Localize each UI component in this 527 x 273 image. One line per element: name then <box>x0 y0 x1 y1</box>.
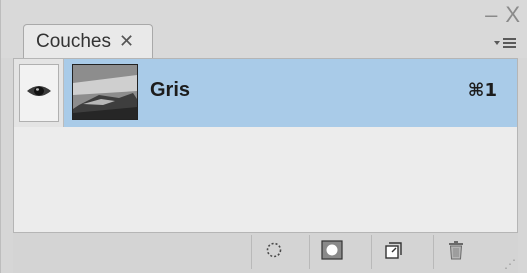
panel-titlebar: – X Couches ✕ <box>1 0 527 58</box>
trash-icon <box>448 240 464 265</box>
load-channel-as-selection-icon <box>265 241 283 264</box>
tab-label: Couches <box>36 30 111 52</box>
tab-couches[interactable]: Couches ✕ <box>23 24 153 58</box>
delete-channel-button[interactable] <box>433 235 478 269</box>
load-channel-as-selection-button[interactable] <box>251 235 296 269</box>
panel-footer: ⋰ <box>13 233 518 273</box>
channel-thumbnail <box>72 64 138 120</box>
save-selection-as-channel-icon <box>321 239 343 265</box>
channels-list: Gris ⌘1 <box>13 58 518 233</box>
new-channel-button[interactable] <box>371 235 416 269</box>
new-channel-icon <box>384 240 404 265</box>
channel-row[interactable]: Gris ⌘1 <box>14 59 517 127</box>
tab-close-icon[interactable]: ✕ <box>119 31 134 52</box>
window-controls: – X <box>485 4 520 26</box>
visibility-cell[interactable] <box>14 59 64 127</box>
eye-icon <box>26 83 52 104</box>
channel-name: Gris <box>150 79 191 101</box>
panel-menu-icon[interactable] <box>490 34 520 52</box>
save-selection-as-channel-button[interactable] <box>309 235 354 269</box>
resize-grip-icon[interactable]: ⋰ <box>504 257 516 271</box>
channels-panel: – X Couches ✕ Gris ⌘1 ⋰ <box>0 0 527 273</box>
close-panel-icon[interactable]: X <box>505 4 520 26</box>
channel-shortcut: ⌘1 <box>467 80 497 101</box>
visibility-toggle[interactable] <box>18 64 59 122</box>
minimize-icon[interactable]: – <box>485 4 497 26</box>
channel-selection[interactable]: Gris ⌘1 <box>64 59 517 127</box>
